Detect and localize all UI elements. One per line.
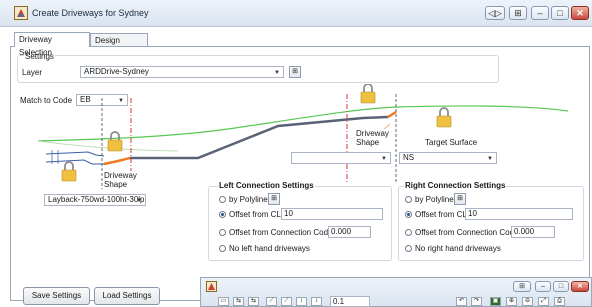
close-button[interactable]: ✕: [571, 6, 589, 20]
toolbar-icon-4[interactable]: ⟋: [266, 297, 277, 306]
right-no-driveways-radio[interactable]: [405, 245, 412, 252]
app-icon: [206, 281, 217, 292]
toolbar-icon-7[interactable]: ↕: [311, 297, 322, 306]
left-by-polyline-label: by Polyline: [229, 195, 268, 204]
secondary-close-button[interactable]: ✕: [571, 281, 589, 292]
chevron-down-icon: ▼: [136, 198, 142, 204]
zoom-out-icon: ⊖: [524, 298, 531, 304]
left-offset-code-input[interactable]: 0.000: [328, 226, 371, 238]
toolbar-icon-14[interactable]: ⎙: [554, 297, 565, 306]
left-connection-title: Left Connection Settings: [218, 181, 315, 190]
minimize-icon: –: [541, 283, 545, 290]
pick-icon: ⊞: [457, 195, 463, 202]
toolbar-icon-9[interactable]: ↷: [471, 297, 482, 306]
toolbar-icon-5[interactable]: ⟋: [281, 297, 292, 306]
maximize-button[interactable]: □: [551, 6, 569, 20]
kerb-structure: [45, 151, 105, 165]
layer-select-value: ARDDrive-Sydney: [84, 67, 149, 76]
driveway-shape-right-label: Driveway Shape: [356, 129, 389, 147]
toolbar-icon-8[interactable]: ↶: [456, 297, 467, 306]
right-offset-cl-input[interactable]: 10: [465, 208, 573, 220]
left-by-polyline-radio[interactable]: [219, 196, 226, 203]
toolbar-icon-11[interactable]: ⊕: [506, 297, 517, 306]
driveway-shape-select[interactable]: ▼: [291, 152, 391, 164]
left-offset-cl-input[interactable]: 10: [281, 208, 383, 220]
layer-select[interactable]: ARDDrive-Sydney ▼: [80, 66, 284, 78]
grade-icon: ⟋: [284, 298, 289, 304]
grade-icon: ⟋: [269, 298, 274, 304]
right-polyline-pick-button[interactable]: ⊞: [454, 193, 466, 205]
lock-icon: [61, 161, 77, 182]
left-polyline-pick-button[interactable]: ⊞: [268, 193, 280, 205]
options-icon: ⊞: [519, 283, 525, 290]
driveway-shape-left: [103, 156, 131, 166]
pan-icon: ⇆: [235, 298, 242, 304]
right-no-driveways-label: No right hand driveways: [415, 244, 501, 253]
left-offset-code-label: Offset from Connection Code: [229, 228, 333, 237]
layback-select[interactable]: Layback-750wd-100ht-30lp ▼: [44, 194, 146, 206]
help-button[interactable]: ◁▷: [485, 6, 505, 20]
window-title: Create Driveways for Sydney: [32, 8, 149, 18]
right-by-polyline-label: by Polyline: [415, 195, 454, 204]
lock-icon: [360, 84, 376, 104]
zoom-extents-icon: ⤢: [541, 298, 546, 304]
chevron-down-icon: ▼: [381, 156, 387, 162]
left-offset-cl-label: Offset from CL: [229, 210, 281, 219]
zoom-in-icon: ⊕: [508, 298, 515, 304]
arrow-icon: ↕: [300, 298, 303, 304]
right-offset-code-input[interactable]: 0.000: [511, 226, 555, 238]
pick-icon: ⊞: [292, 68, 298, 75]
pick-icon: ⊞: [271, 195, 277, 202]
left-no-driveways-radio[interactable]: [219, 245, 226, 252]
target-surface-select-value: NS: [403, 153, 415, 162]
chevron-down-icon: ▼: [274, 70, 280, 76]
right-offset-code-label: Offset from Connection Code: [415, 228, 519, 237]
driveway-shape-left-label: Driveway Shape: [104, 171, 137, 189]
maximize-icon: □: [558, 283, 564, 290]
tab-driveway-selection[interactable]: Driveway Selection: [14, 32, 90, 57]
toolbar-icon-3[interactable]: ⇆: [248, 297, 259, 306]
redo-icon: ↷: [473, 298, 480, 304]
toolbar-icon-10[interactable]: ▣: [490, 297, 501, 306]
secondary-maximize-button[interactable]: □: [553, 281, 569, 292]
toolbar-icon-12[interactable]: ⊖: [522, 297, 533, 306]
app-icon: [14, 6, 28, 20]
arrow-icon: ↕: [315, 298, 318, 304]
left-no-driveways-label: No left hand driveways: [229, 244, 310, 253]
toolbar-icon-2[interactable]: ⇆: [233, 297, 244, 306]
options-button[interactable]: ⊞: [509, 6, 527, 20]
zoom-input[interactable]: 0.1: [330, 296, 370, 307]
load-settings-button[interactable]: Load Settings: [94, 287, 160, 305]
layback-select-value: Layback-750wd-100ht-30lp: [48, 195, 145, 204]
minimize-button[interactable]: –: [531, 6, 549, 20]
layer-pick-button[interactable]: ⊞: [289, 66, 301, 78]
right-offset-code-radio[interactable]: [405, 229, 412, 236]
secondary-minimize-button[interactable]: –: [535, 281, 551, 292]
driveway-shape-right: [387, 110, 397, 119]
toolbar-icon-6[interactable]: ↕: [296, 297, 307, 306]
left-offset-cl-radio[interactable]: [219, 211, 226, 218]
target-surface-select[interactable]: NS ▼: [399, 152, 497, 164]
print-icon: ⎙: [557, 298, 562, 304]
window-icon: ▭: [220, 298, 227, 304]
layer-label: Layer: [22, 68, 43, 77]
toolbar-icon-13[interactable]: ⤢: [538, 297, 549, 306]
left-offset-code-radio[interactable]: [219, 229, 226, 236]
chevron-down-icon: ▼: [487, 156, 493, 162]
right-connection-title: Right Connection Settings: [404, 181, 507, 190]
tab-design-settings[interactable]: Design Settings: [90, 33, 148, 58]
toolbar-icon-1[interactable]: ▭: [218, 297, 229, 306]
right-by-polyline-radio[interactable]: [405, 196, 412, 203]
pan-icon: ⇆: [250, 298, 257, 304]
lock-icon: [107, 131, 123, 152]
target-surface-label: Target Surface: [425, 138, 478, 147]
undo-icon: ↶: [458, 298, 465, 304]
right-offset-cl-radio[interactable]: [405, 211, 412, 218]
save-settings-button[interactable]: Save Settings: [23, 287, 90, 305]
right-offset-cl-label: Offset from CL: [415, 210, 467, 219]
lock-icon: [436, 107, 452, 128]
close-icon: ✕: [577, 283, 583, 290]
layer-icon: ▣: [492, 298, 499, 304]
secondary-options-button[interactable]: ⊞: [513, 281, 531, 292]
